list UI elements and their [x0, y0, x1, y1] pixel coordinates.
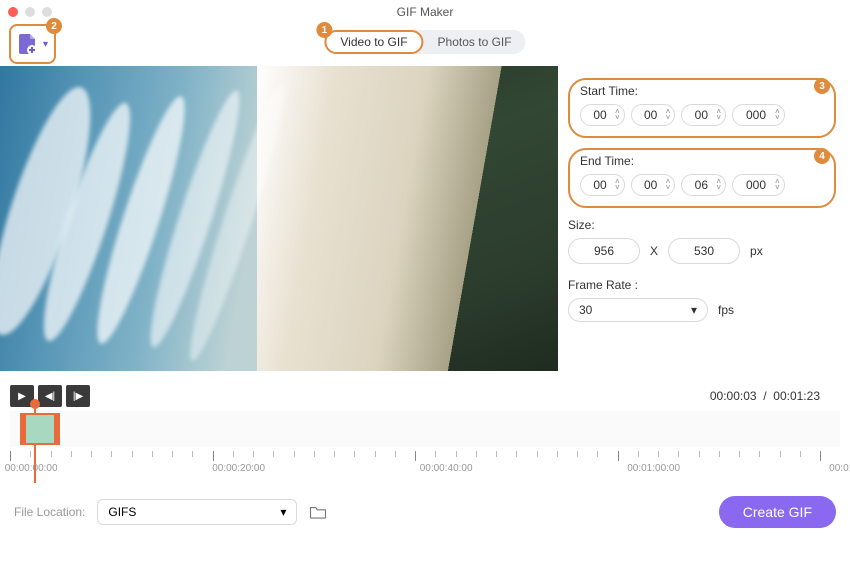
start-time-label: Start Time:	[580, 84, 824, 98]
file-location-select[interactable]: GIFS▾	[97, 499, 297, 525]
callout-badge-1: 1	[316, 22, 332, 38]
chevron-down-icon: ˅	[615, 185, 620, 191]
timeline[interactable]: 00:00:00:00 00:00:20:00 00:00:40:00 00:0…	[0, 411, 850, 487]
callout-badge-4: 4	[814, 148, 830, 164]
step-forward-button[interactable]: |▶	[66, 385, 90, 407]
import-button-wrapper: ▾ 2	[9, 24, 56, 64]
preview-frame	[0, 66, 558, 371]
frame-rate-label: Frame Rate :	[568, 278, 836, 292]
clip-track[interactable]	[10, 411, 840, 447]
chevron-down-icon: ˅	[666, 115, 671, 121]
chevron-down-icon: ▾	[280, 505, 286, 519]
settings-panel: 3 Start Time: 00˄˅ 00˄˅ 00˄˅ 000˄˅ 4 End…	[558, 66, 850, 381]
trim-handle-right[interactable]	[54, 415, 60, 443]
timecode-display: 00:00:03 / 00:01:23	[710, 389, 820, 403]
end-time-label: End Time:	[580, 154, 824, 168]
size-unit: px	[750, 244, 763, 258]
start-time-group: 3 Start Time: 00˄˅ 00˄˅ 00˄˅ 000˄˅	[568, 78, 836, 138]
size-width-input[interactable]: 956	[568, 238, 640, 264]
end-ms-stepper[interactable]: 000˄˅	[732, 174, 785, 196]
mode-tabs: 1 Video to GIF Photos to GIF	[324, 30, 525, 54]
time-ruler: 00:00:00:00 00:00:20:00 00:00:40:00 00:0…	[10, 451, 840, 483]
tab-photos-to-gif[interactable]: Photos to GIF	[424, 30, 526, 54]
chevron-down-icon: ˅	[615, 115, 620, 121]
title-bar: GIF Maker	[0, 0, 850, 24]
playback-controls: ▶ ◀| |▶ 00:00:03 / 00:01:23	[0, 381, 850, 411]
end-minutes-stepper[interactable]: 00˄˅	[631, 174, 676, 196]
chevron-down-icon: ˅	[716, 185, 721, 191]
start-ms-stepper[interactable]: 000˄˅	[732, 104, 785, 126]
bottom-bar: File Location: GIFS▾ Create GIF	[0, 487, 850, 537]
frame-rate-unit: fps	[718, 303, 734, 317]
chevron-down-icon: ▾	[43, 39, 48, 50]
chevron-down-icon: ˅	[666, 185, 671, 191]
toolbar: ▾ 2 1 Video to GIF Photos to GIF	[0, 24, 850, 66]
callout-badge-2: 2	[46, 18, 62, 34]
file-location-label: File Location:	[14, 505, 85, 519]
chevron-down-icon: ˅	[716, 115, 721, 121]
main-area: 3 Start Time: 00˄˅ 00˄˅ 00˄˅ 000˄˅ 4 End…	[0, 66, 850, 381]
start-hours-stepper[interactable]: 00˄˅	[580, 104, 625, 126]
import-button[interactable]: ▾	[15, 32, 48, 56]
frame-rate-select[interactable]: 30▾	[568, 298, 708, 322]
start-seconds-stepper[interactable]: 00˄˅	[681, 104, 726, 126]
traffic-lights	[8, 7, 52, 17]
maximize-window-icon	[42, 7, 52, 17]
trim-handle-left[interactable]	[20, 415, 26, 443]
chevron-down-icon: ▾	[691, 303, 697, 317]
size-x: X	[650, 244, 658, 258]
end-time-group: 4 End Time: 00˄˅ 00˄˅ 06˄˅ 000˄˅	[568, 148, 836, 208]
video-preview[interactable]	[0, 66, 558, 371]
size-label: Size:	[568, 218, 836, 232]
chevron-down-icon: ˅	[775, 115, 780, 121]
size-height-input[interactable]: 530	[668, 238, 740, 264]
selection-clip[interactable]	[20, 413, 60, 445]
end-seconds-stepper[interactable]: 06˄˅	[681, 174, 726, 196]
create-gif-button[interactable]: Create GIF	[719, 496, 836, 528]
size-row: 956 X 530 px	[568, 238, 836, 264]
file-plus-icon	[15, 32, 39, 56]
start-minutes-stepper[interactable]: 00˄˅	[631, 104, 676, 126]
callout-badge-3: 3	[814, 78, 830, 94]
step-back-button[interactable]: ◀|	[38, 385, 62, 407]
end-hours-stepper[interactable]: 00˄˅	[580, 174, 625, 196]
chevron-down-icon: ˅	[775, 185, 780, 191]
folder-icon[interactable]	[309, 504, 327, 520]
minimize-window-icon	[25, 7, 35, 17]
window-title: GIF Maker	[397, 5, 454, 19]
close-window-icon[interactable]	[8, 7, 18, 17]
tab-video-to-gif[interactable]: Video to GIF	[324, 30, 423, 54]
